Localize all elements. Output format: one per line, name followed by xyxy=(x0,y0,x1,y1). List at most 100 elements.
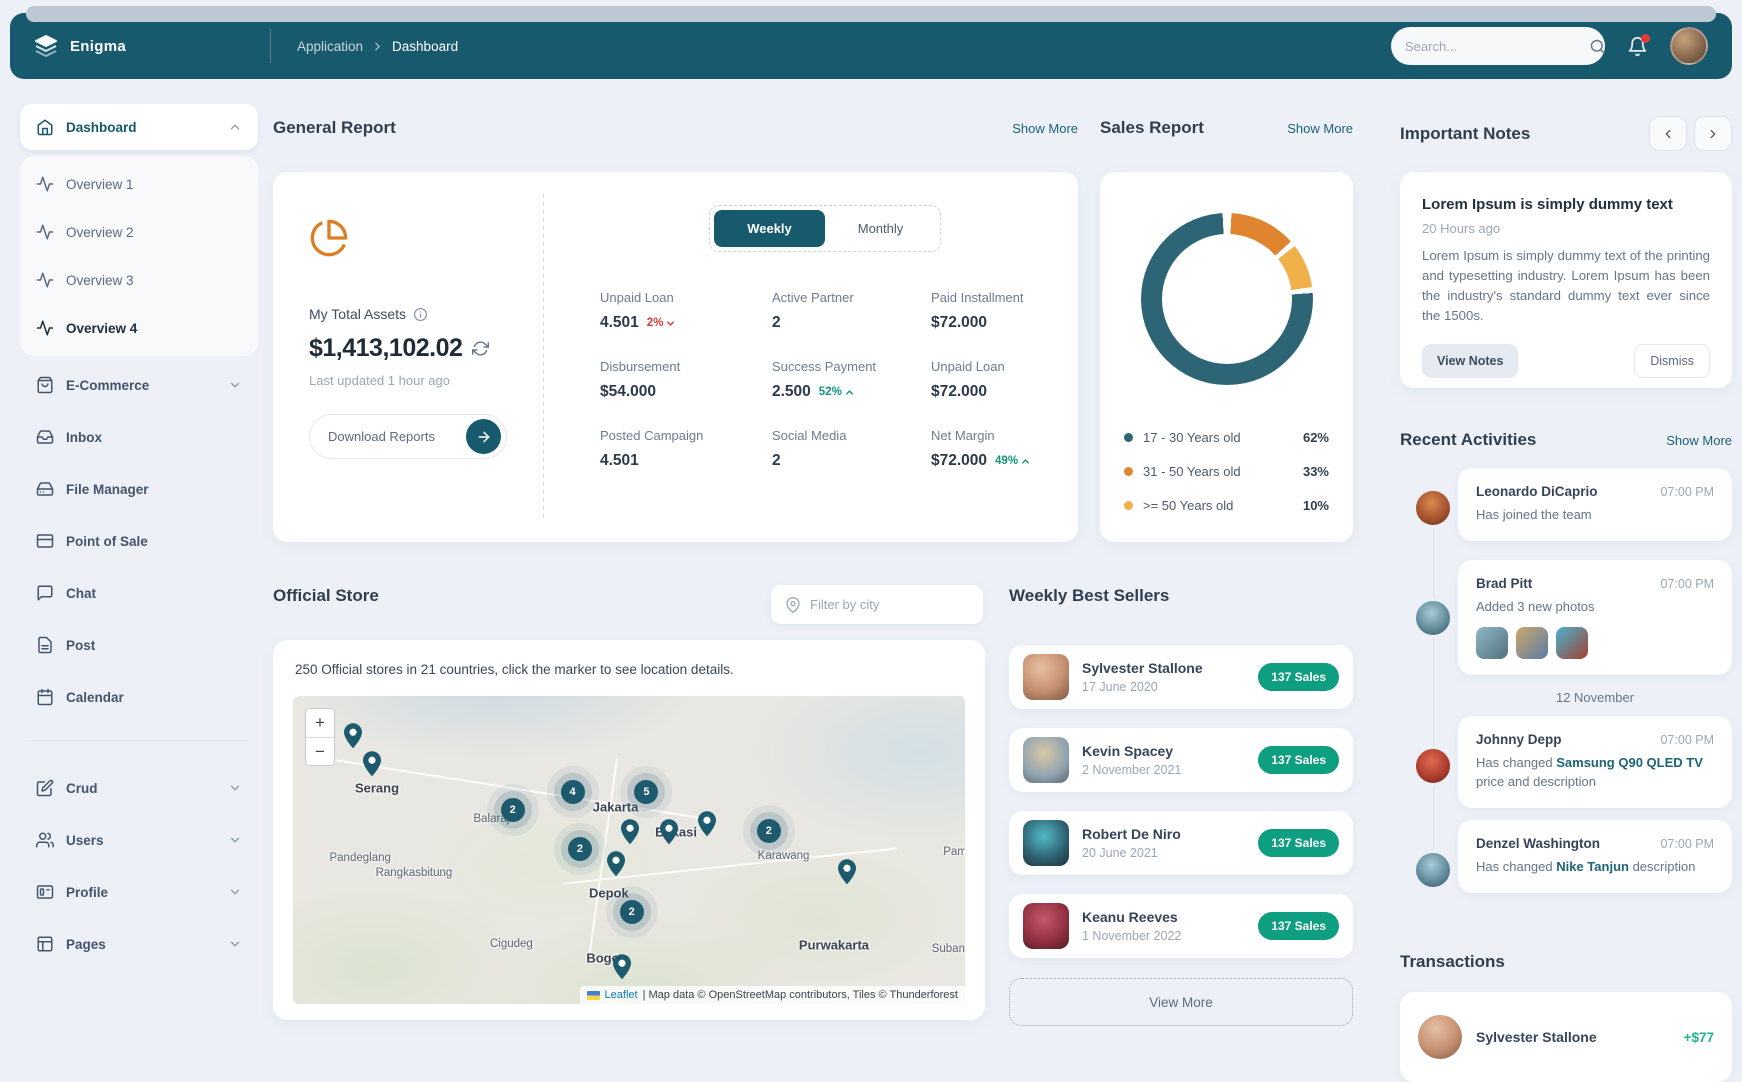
filter-by-city-box[interactable] xyxy=(771,585,983,624)
store-pin-marker[interactable] xyxy=(835,858,859,886)
store-pin-marker[interactable] xyxy=(695,810,719,838)
sidebar-item-label: Profile xyxy=(66,885,216,900)
download-reports-button[interactable]: Download Reports xyxy=(309,414,507,459)
sidebar-item-overview-4[interactable]: Overview 4 xyxy=(20,304,258,352)
store-cluster-marker[interactable]: 4 xyxy=(561,780,585,804)
ukraine-flag-icon xyxy=(587,991,600,1000)
store-pin-marker[interactable] xyxy=(604,850,628,878)
sidebar-item-profile[interactable]: Profile xyxy=(20,869,258,915)
info-icon[interactable] xyxy=(413,307,428,322)
activity-avatar xyxy=(1413,598,1453,638)
legend-row: >= 50 Years old 10% xyxy=(1124,488,1329,522)
notes-next-button[interactable] xyxy=(1694,116,1732,151)
notifications-bell-icon[interactable] xyxy=(1627,36,1648,57)
photo-thumb xyxy=(1516,627,1548,659)
notes-prev-button[interactable] xyxy=(1649,116,1687,151)
store-pin-marker[interactable] xyxy=(360,750,384,778)
store-cluster-marker[interactable]: 2 xyxy=(501,798,525,822)
sidebar-item-chat[interactable]: Chat xyxy=(20,570,258,616)
attribution-text: | Map data © OpenStreetMap contributors,… xyxy=(643,989,958,1001)
sidebar-item-pages[interactable]: Pages xyxy=(20,921,258,967)
important-notes-header: Important Notes xyxy=(1400,116,1732,151)
store-cluster-marker[interactable]: 2 xyxy=(757,819,781,843)
search-box[interactable] xyxy=(1391,27,1605,65)
store-count-text: 250 Official stores in 21 countries, cli… xyxy=(295,662,734,677)
message-square-icon xyxy=(36,584,54,602)
city-label-serang: Serang xyxy=(355,781,399,796)
seller-photo xyxy=(1023,737,1069,783)
section-title: Transactions xyxy=(1400,952,1505,972)
refresh-icon[interactable] xyxy=(472,340,489,357)
sidebar-item-post[interactable]: Post xyxy=(20,622,258,668)
city-label-karawang: Karawang xyxy=(758,850,810,862)
sidebar-item-overview-3[interactable]: Overview 3 xyxy=(20,256,258,304)
store-cluster-marker[interactable]: 2 xyxy=(568,837,592,861)
seller-photo xyxy=(1023,903,1069,949)
zoom-out-button[interactable]: − xyxy=(306,737,334,765)
dismiss-button[interactable]: Dismiss xyxy=(1634,344,1710,378)
brand[interactable]: Enigma xyxy=(34,34,270,58)
chevron-down-icon xyxy=(228,937,242,951)
view-more-button[interactable]: View More xyxy=(1009,978,1353,1026)
store-pin-marker[interactable] xyxy=(657,818,681,846)
user-avatar[interactable] xyxy=(1670,27,1708,65)
best-seller-row[interactable]: Keanu Reeves 1 November 2022 137 Sales xyxy=(1009,894,1353,958)
view-notes-button[interactable]: View Notes xyxy=(1422,344,1518,378)
sales-badge: 137 Sales xyxy=(1258,829,1339,857)
transaction-row[interactable]: Sylvester Stallone +$77 xyxy=(1400,992,1732,1082)
breadcrumb-dashboard[interactable]: Dashboard xyxy=(392,39,458,54)
inbox-icon xyxy=(36,428,54,446)
chevron-down-icon xyxy=(228,833,242,847)
sidebar-item-calendar[interactable]: Calendar xyxy=(20,674,258,720)
activity-photos xyxy=(1476,627,1714,659)
monthly-toggle-button[interactable]: Monthly xyxy=(825,210,936,247)
sales-report-show-more[interactable]: Show More xyxy=(1287,121,1353,136)
sidebar-item-label: Overview 1 xyxy=(66,177,242,192)
breadcrumb: Application Dashboard xyxy=(297,39,458,54)
best-seller-row[interactable]: Robert De Niro 20 June 2021 137 Sales xyxy=(1009,811,1353,875)
zoom-in-button[interactable]: + xyxy=(306,709,334,737)
filter-by-city-input[interactable] xyxy=(810,597,986,612)
id-card-icon xyxy=(36,883,54,901)
seller-photo xyxy=(1023,654,1069,700)
assets-updated-text: Last updated 1 hour ago xyxy=(309,373,507,388)
sidebar-item-inbox[interactable]: Inbox xyxy=(20,414,258,460)
sidebar-item-file-manager[interactable]: File Manager xyxy=(20,466,258,512)
photo-thumb xyxy=(1556,627,1588,659)
sidebar-item-users[interactable]: Users xyxy=(20,817,258,863)
legend-dot-orange xyxy=(1124,467,1133,476)
search-input[interactable] xyxy=(1405,39,1581,54)
delta-down-badge: 2% xyxy=(647,317,677,329)
best-seller-row[interactable]: Sylvester Stallone 17 June 2020 137 Sale… xyxy=(1009,645,1353,709)
stores-map[interactable]: + − Jakarta Bekasi Depok Bogor Serang Pu… xyxy=(293,696,965,1004)
general-report-show-more[interactable]: Show More xyxy=(1012,121,1078,136)
recent-activities-header: Recent Activities Show More xyxy=(1400,430,1732,450)
activities-show-more[interactable]: Show More xyxy=(1666,433,1732,448)
sidebar-item-dashboard[interactable]: Dashboard xyxy=(20,104,258,150)
best-seller-row[interactable]: Kevin Spacey 2 November 2021 137 Sales xyxy=(1009,728,1353,792)
sidebar-item-point-of-sale[interactable]: Point of Sale xyxy=(20,518,258,564)
sidebar-item-crud[interactable]: Crud xyxy=(20,765,258,811)
stat-posted-campaign: Posted Campaign 4.501 xyxy=(600,428,768,470)
best-sellers-header: Weekly Best Sellers xyxy=(1009,586,1353,606)
stats-grid: Unpaid Loan 4.501 2% Active Partner 2 Pa… xyxy=(600,290,1050,470)
weekly-toggle-button[interactable]: Weekly xyxy=(714,210,825,247)
store-cluster-marker[interactable]: 5 xyxy=(634,780,658,804)
store-cluster-marker[interactable]: 2 xyxy=(620,900,644,924)
sidebar-item-ecommerce[interactable]: E-Commerce xyxy=(20,362,258,408)
period-toggle: Weekly Monthly xyxy=(709,205,941,252)
sidebar-item-overview-1[interactable]: Overview 1 xyxy=(20,160,258,208)
city-label-purwakarta: Purwakarta xyxy=(799,938,869,953)
sidebar-item-overview-2[interactable]: Overview 2 xyxy=(20,208,258,256)
city-label-cigudeg: Cigudeg xyxy=(490,938,533,950)
store-pin-marker[interactable] xyxy=(610,954,634,982)
store-pin-marker[interactable] xyxy=(618,818,642,846)
section-title: General Report xyxy=(273,118,396,138)
total-assets-panel: My Total Assets $1,413,102.02 Last updat… xyxy=(273,172,543,542)
store-pin-marker[interactable] xyxy=(341,723,365,751)
breadcrumb-application[interactable]: Application xyxy=(297,39,363,54)
sidebar-item-label: Overview 4 xyxy=(66,321,242,336)
leaflet-link[interactable]: Leaflet xyxy=(605,989,638,1001)
sidebar-item-label: Point of Sale xyxy=(66,534,242,549)
activity-icon xyxy=(36,175,54,193)
